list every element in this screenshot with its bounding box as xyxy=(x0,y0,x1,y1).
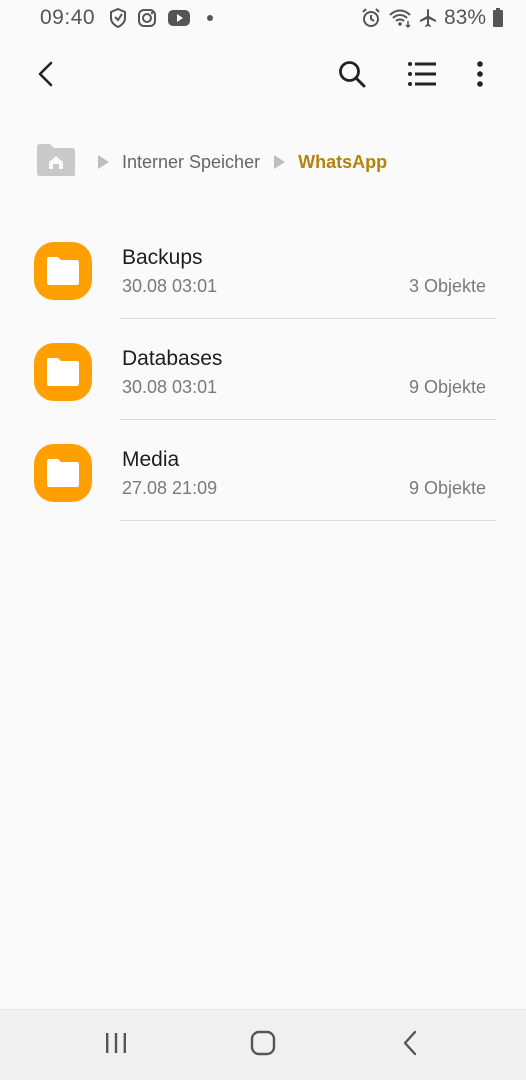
battery-percent: 83% xyxy=(443,6,486,29)
list-item-folder-databases[interactable]: Databases 30.08 03:01 9 Objekte xyxy=(0,319,526,420)
search-icon xyxy=(337,59,367,94)
back-button[interactable] xyxy=(22,52,70,100)
battery-icon xyxy=(492,8,504,28)
breadcrumb: Interner Speicher WhatsApp xyxy=(36,142,387,182)
search-button[interactable] xyxy=(328,52,376,100)
breadcrumb-separator-icon xyxy=(272,154,286,170)
list-item-folder-backups[interactable]: Backups 30.08 03:01 3 Objekte xyxy=(0,218,526,319)
folder-item-count: 9 Objekte xyxy=(408,377,486,397)
wifi-icon xyxy=(388,8,412,28)
recent-apps-button[interactable] xyxy=(91,1020,141,1070)
alarm-icon xyxy=(360,7,382,29)
more-vert-icon xyxy=(476,60,484,92)
airplane-mode-icon xyxy=(418,8,438,28)
folder-icon xyxy=(34,242,92,300)
folder-date: 27.08 21:09 xyxy=(122,478,218,498)
shield-icon xyxy=(109,8,127,28)
notification-dot xyxy=(207,15,214,21)
folder-name: Media xyxy=(122,448,180,471)
breadcrumb-home[interactable] xyxy=(36,143,76,182)
more-options-button[interactable] xyxy=(456,52,504,100)
navigation-bar xyxy=(0,1009,526,1080)
list-view-icon xyxy=(407,61,437,92)
file-list: Backups 30.08 03:01 3 Objekte Databases … xyxy=(0,218,526,521)
recent-apps-icon xyxy=(104,1032,128,1059)
app-bar xyxy=(0,50,526,106)
instagram-icon xyxy=(137,8,157,28)
status-time: 09:40 xyxy=(40,6,96,29)
home-button[interactable] xyxy=(238,1020,288,1070)
list-view-button[interactable] xyxy=(398,52,446,100)
folder-date: 30.08 03:01 xyxy=(122,276,218,296)
status-bar: 09:40 83% xyxy=(0,0,526,36)
status-right: 83% xyxy=(360,6,504,30)
folder-icon xyxy=(34,343,92,401)
folder-icon xyxy=(34,444,92,502)
youtube-icon xyxy=(167,9,191,27)
back-icon xyxy=(401,1030,419,1061)
folder-date: 30.08 03:01 xyxy=(122,377,218,397)
folder-item-count: 9 Objekte xyxy=(408,478,486,498)
home-folder-icon xyxy=(36,143,76,182)
breadcrumb-current[interactable]: WhatsApp xyxy=(298,152,387,173)
status-left: 09:40 xyxy=(40,6,214,30)
divider xyxy=(120,520,496,521)
breadcrumb-item-internal-storage[interactable]: Interner Speicher xyxy=(122,152,260,173)
folder-item-count: 3 Objekte xyxy=(408,276,486,296)
back-arrow-icon xyxy=(34,60,58,93)
folder-name: Databases xyxy=(122,347,223,370)
breadcrumb-separator-icon xyxy=(96,154,110,170)
home-icon xyxy=(250,1030,276,1061)
system-back-button[interactable] xyxy=(385,1020,435,1070)
folder-name: Backups xyxy=(122,246,203,269)
list-item-folder-media[interactable]: Media 27.08 21:09 9 Objekte xyxy=(0,420,526,521)
